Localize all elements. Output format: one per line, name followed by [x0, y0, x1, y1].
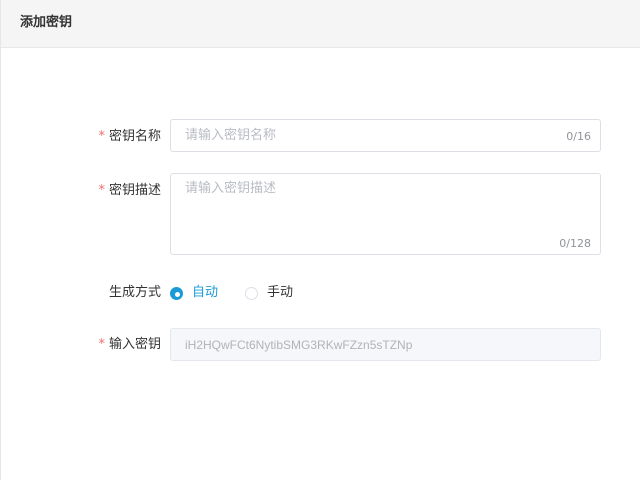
required-asterisk: *	[98, 183, 105, 198]
key-input-field: iH2HQwFCt6NytibSMG3RKwFZzn5sTZNp	[170, 328, 601, 361]
key-name-label: * 密钥名称	[1, 128, 161, 146]
generation-mode-label: 生成方式	[108, 285, 161, 300]
key-description-label: * 密钥描述	[1, 182, 161, 200]
required-asterisk: *	[98, 129, 105, 144]
key-value: iH2HQwFCt6NytibSMG3RKwFZzn5sTZNp	[185, 338, 413, 352]
key-description-counter: 0/128	[559, 237, 591, 250]
key-description-textarea[interactable]: 请输入密钥描述 0/128	[170, 173, 601, 255]
radio-auto-label[interactable]: 自动	[192, 285, 218, 301]
key-input-label-text: 输入密钥	[108, 337, 161, 352]
key-name-counter: 0/16	[566, 130, 591, 143]
key-name-placeholder: 请输入密钥名称	[185, 128, 277, 143]
radio-auto[interactable]: 自动	[170, 284, 218, 302]
radio-manual[interactable]: 手动	[245, 284, 293, 302]
required-asterisk: *	[98, 337, 105, 352]
key-description-label-text: 密钥描述	[108, 183, 161, 198]
radio-checked-icon[interactable]	[170, 286, 183, 300]
radio-unchecked-icon[interactable]	[245, 286, 258, 300]
radio-manual-label[interactable]: 手动	[267, 285, 293, 301]
key-name-label-text: 密钥名称	[108, 129, 161, 144]
key-description-placeholder: 请输入密钥描述	[185, 181, 277, 196]
key-name-input[interactable]: 请输入密钥名称 0/16	[170, 119, 601, 152]
key-input-label: * 输入密钥	[1, 336, 161, 354]
dialog-title: 添加密钥	[20, 15, 73, 30]
dialog-header: 添加密钥	[1, 0, 640, 48]
dialog-panel: 添加密钥 * 密钥名称 请输入密钥名称 0/16 * 密钥描述 请输入密钥描述 0/…	[0, 0, 640, 480]
